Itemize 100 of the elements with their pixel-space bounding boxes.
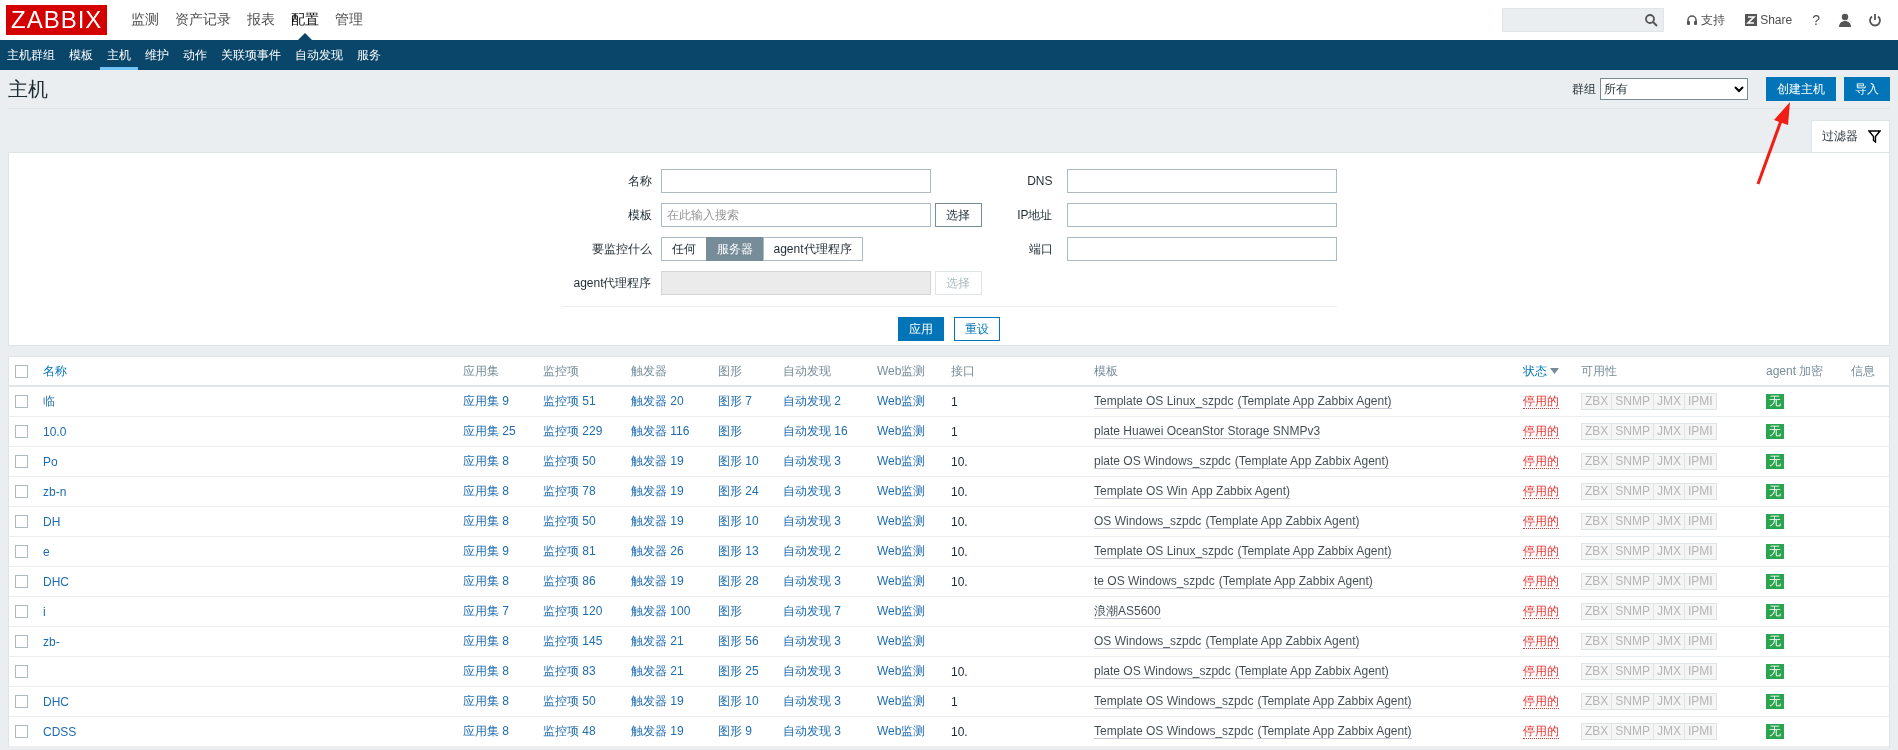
radio-option[interactable]: 服务器 (705, 237, 764, 261)
help-link[interactable]: ? (1812, 12, 1820, 28)
template-link[interactable]: (Template App Zabbix Agent) (1257, 724, 1412, 739)
checkbox[interactable] (15, 395, 28, 408)
nav-tab[interactable]: 主机 (100, 40, 138, 70)
host-link[interactable]: CDSS (43, 724, 463, 739)
triggers-link[interactable]: 触发器 100 (631, 603, 718, 620)
import-button[interactable]: 导入 (1844, 77, 1890, 101)
discovery-link[interactable]: 自动发现 2 (783, 543, 877, 560)
checkbox[interactable] (15, 425, 28, 438)
nav-tab[interactable]: 关联项事件 (214, 40, 288, 70)
triggers-link[interactable]: 触发器 116 (631, 423, 718, 440)
column-link[interactable]: 名称 (43, 362, 463, 380)
discovery-link[interactable]: 自动发现 3 (783, 723, 877, 740)
support-link[interactable]: 支持 (1686, 11, 1726, 29)
template-link[interactable]: (Template App Zabbix Agent) (1237, 394, 1392, 409)
input-field[interactable] (1066, 169, 1337, 193)
template-link[interactable]: (Template App Zabbix Agent) (1234, 454, 1389, 469)
input-field[interactable] (1066, 237, 1337, 261)
power-icon[interactable] (1868, 13, 1882, 27)
triggers-link[interactable]: 触发器 19 (631, 573, 718, 590)
discovery-link[interactable]: 自动发现 3 (783, 633, 877, 650)
template-link[interactable]: Template OS Windows_szpdc (1094, 724, 1254, 739)
template-link[interactable]: plate OS Windows_szpdc (1094, 664, 1231, 679)
nav-tab[interactable]: 模板 (62, 40, 100, 70)
logo[interactable]: ZABBIX (6, 5, 108, 35)
items-link[interactable]: 监控项 48 (543, 723, 631, 740)
applications-link[interactable]: 应用集 8 (463, 723, 543, 740)
applications-link[interactable]: 应用集 8 (463, 633, 543, 650)
host-link[interactable]: zb- (43, 634, 463, 649)
nav-tab[interactable]: 自动发现 (288, 40, 350, 70)
applications-link[interactable]: 应用集 25 (463, 423, 543, 440)
template-link[interactable]: te OS Windows_szpdc (1094, 574, 1215, 589)
radio-option[interactable]: agent代理程序 (762, 237, 863, 261)
triggers-link[interactable]: 触发器 19 (631, 723, 718, 740)
items-link[interactable]: 监控项 86 (543, 573, 631, 590)
checkbox[interactable] (15, 575, 28, 588)
template-link[interactable]: OS Windows_szpdc (1094, 514, 1202, 529)
web-link[interactable]: Web监测 (877, 453, 951, 470)
user-icon[interactable] (1838, 13, 1852, 27)
radio-option[interactable]: 任何 (660, 237, 707, 261)
status-link[interactable]: 停用的 (1523, 664, 1559, 679)
graphs-link[interactable]: 图形 25 (718, 663, 783, 680)
host-link[interactable]: 10.0 (43, 424, 463, 439)
discovery-link[interactable]: 自动发现 2 (783, 393, 877, 410)
template-link[interactable]: (Template App Zabbix Agent) (1234, 664, 1389, 679)
template-link[interactable]: Template OS Windows_szpdc (1094, 694, 1254, 709)
input-field[interactable] (660, 169, 931, 193)
template-link[interactable]: Template OS Linux_szpdc (1094, 394, 1234, 409)
template-link[interactable]: plate Huawei OceanStor Storage SNMPv3 (1094, 424, 1321, 439)
host-link[interactable]: i (43, 604, 463, 619)
items-link[interactable]: 监控项 81 (543, 543, 631, 560)
input-field[interactable] (1066, 203, 1337, 227)
web-link[interactable]: Web监测 (877, 513, 951, 530)
applications-link[interactable]: 应用集 8 (463, 573, 543, 590)
graphs-link[interactable]: 图形 28 (718, 573, 783, 590)
graphs-link[interactable]: 图形 56 (718, 633, 783, 650)
nav-tab[interactable]: 维护 (138, 40, 176, 70)
status-link[interactable]: 停用的 (1523, 694, 1559, 709)
host-link[interactable]: zb-n (43, 484, 463, 499)
triggers-link[interactable]: 触发器 21 (631, 663, 718, 680)
template-link[interactable]: plate OS Windows_szpdc (1094, 454, 1231, 469)
menu-item[interactable]: 报表 (239, 0, 284, 40)
template-link[interactable]: Template OS Linux_szpdc (1094, 544, 1234, 559)
web-link[interactable]: Web监测 (877, 423, 951, 440)
discovery-link[interactable]: 自动发现 3 (783, 693, 877, 710)
share-link[interactable]: Share (1745, 13, 1793, 27)
applications-link[interactable]: 应用集 8 (463, 693, 543, 710)
web-link[interactable]: Web监测 (877, 543, 951, 560)
checkbox[interactable] (15, 364, 28, 378)
template-link[interactable]: OS Windows_szpdc (1094, 634, 1202, 649)
applications-link[interactable]: 应用集 8 (463, 483, 543, 500)
template-link[interactable]: (Template App Zabbix Agent) (1205, 634, 1360, 649)
host-link[interactable]: 临 (43, 393, 463, 410)
nav-tab[interactable]: 动作 (176, 40, 214, 70)
reset-button[interactable]: 重设 (954, 317, 1000, 341)
host-link[interactable]: DHC (43, 574, 463, 589)
web-link[interactable]: Web监测 (877, 483, 951, 500)
select-button[interactable]: 选择 (934, 203, 982, 227)
graphs-link[interactable]: 图形 9 (718, 723, 783, 740)
items-link[interactable]: 监控项 51 (543, 393, 631, 410)
graphs-link[interactable]: 图形 (718, 603, 783, 620)
items-link[interactable]: 监控项 78 (543, 483, 631, 500)
host-link[interactable]: DH (43, 514, 463, 529)
checkbox[interactable] (15, 545, 28, 558)
items-link[interactable]: 监控项 50 (543, 693, 631, 710)
graphs-link[interactable]: 图形 10 (718, 513, 783, 530)
applications-link[interactable]: 应用集 8 (463, 453, 543, 470)
items-link[interactable]: 监控项 145 (543, 633, 631, 650)
checkbox[interactable] (15, 725, 28, 738)
graphs-link[interactable]: 图形 10 (718, 453, 783, 470)
web-link[interactable]: Web监测 (877, 693, 951, 710)
template-link[interactable]: Template OS Win (1094, 484, 1188, 499)
status-link[interactable]: 停用的 (1523, 604, 1559, 619)
group-select[interactable]: 所有 (1600, 78, 1748, 100)
status-link[interactable]: 停用的 (1523, 394, 1559, 409)
discovery-link[interactable]: 自动发现 3 (783, 483, 877, 500)
items-link[interactable]: 监控项 229 (543, 423, 631, 440)
create-host-button[interactable]: 创建主机 (1766, 77, 1836, 101)
template-link[interactable]: (Template App Zabbix Agent) (1237, 544, 1392, 559)
